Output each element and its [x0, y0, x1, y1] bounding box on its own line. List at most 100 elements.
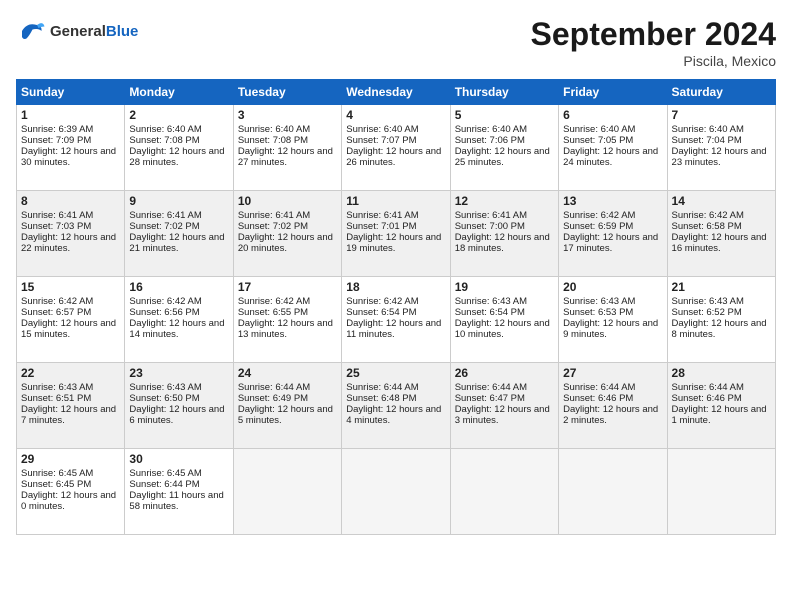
daylight-text: Daylight: 12 hours and 6 minutes. — [129, 404, 224, 426]
daylight-text: Daylight: 12 hours and 21 minutes. — [129, 232, 224, 254]
sunset-text: Sunset: 6:54 PM — [455, 307, 525, 318]
table-row: 1 Sunrise: 6:39 AM Sunset: 7:09 PM Dayli… — [17, 105, 125, 191]
daylight-text: Daylight: 12 hours and 9 minutes. — [563, 318, 658, 340]
table-row — [559, 449, 667, 535]
day-number: 12 — [455, 194, 554, 208]
daylight-text: Daylight: 11 hours and 58 minutes. — [129, 490, 223, 512]
sunset-text: Sunset: 7:02 PM — [129, 221, 199, 232]
calendar-week-row: 29 Sunrise: 6:45 AM Sunset: 6:45 PM Dayl… — [17, 449, 776, 535]
daylight-text: Daylight: 12 hours and 28 minutes. — [129, 146, 224, 168]
daylight-text: Daylight: 12 hours and 8 minutes. — [672, 318, 767, 340]
daylight-text: Daylight: 12 hours and 23 minutes. — [672, 146, 767, 168]
sunrise-text: Sunrise: 6:42 AM — [563, 210, 635, 221]
sunset-text: Sunset: 6:56 PM — [129, 307, 199, 318]
sunset-text: Sunset: 6:59 PM — [563, 221, 633, 232]
table-row: 27 Sunrise: 6:44 AM Sunset: 6:46 PM Dayl… — [559, 363, 667, 449]
col-saturday: Saturday — [667, 80, 775, 105]
sunset-text: Sunset: 7:02 PM — [238, 221, 308, 232]
page: GeneralBlue September 2024 Piscila, Mexi… — [0, 0, 792, 612]
sunrise-text: Sunrise: 6:40 AM — [455, 124, 527, 135]
table-row: 23 Sunrise: 6:43 AM Sunset: 6:50 PM Dayl… — [125, 363, 233, 449]
table-row — [342, 449, 450, 535]
day-number: 7 — [672, 108, 771, 122]
table-row: 13 Sunrise: 6:42 AM Sunset: 6:59 PM Dayl… — [559, 191, 667, 277]
sunrise-text: Sunrise: 6:42 AM — [21, 296, 93, 307]
sunset-text: Sunset: 7:03 PM — [21, 221, 91, 232]
daylight-text: Daylight: 12 hours and 13 minutes. — [238, 318, 333, 340]
sunrise-text: Sunrise: 6:43 AM — [21, 382, 93, 393]
daylight-text: Daylight: 12 hours and 24 minutes. — [563, 146, 658, 168]
sunrise-text: Sunrise: 6:41 AM — [238, 210, 310, 221]
table-row: 25 Sunrise: 6:44 AM Sunset: 6:48 PM Dayl… — [342, 363, 450, 449]
daylight-text: Daylight: 12 hours and 0 minutes. — [21, 490, 116, 512]
daylight-text: Daylight: 12 hours and 26 minutes. — [346, 146, 441, 168]
daylight-text: Daylight: 12 hours and 14 minutes. — [129, 318, 224, 340]
day-number: 8 — [21, 194, 120, 208]
sunset-text: Sunset: 7:08 PM — [129, 135, 199, 146]
daylight-text: Daylight: 12 hours and 3 minutes. — [455, 404, 550, 426]
day-number: 4 — [346, 108, 445, 122]
day-number: 25 — [346, 366, 445, 380]
sunset-text: Sunset: 6:57 PM — [21, 307, 91, 318]
daylight-text: Daylight: 12 hours and 30 minutes. — [21, 146, 116, 168]
col-thursday: Thursday — [450, 80, 558, 105]
sunset-text: Sunset: 7:06 PM — [455, 135, 525, 146]
day-number: 10 — [238, 194, 337, 208]
sunset-text: Sunset: 7:07 PM — [346, 135, 416, 146]
calendar-week-row: 15 Sunrise: 6:42 AM Sunset: 6:57 PM Dayl… — [17, 277, 776, 363]
daylight-text: Daylight: 12 hours and 16 minutes. — [672, 232, 767, 254]
sunset-text: Sunset: 7:04 PM — [672, 135, 742, 146]
sunrise-text: Sunrise: 6:40 AM — [346, 124, 418, 135]
day-number: 1 — [21, 108, 120, 122]
day-number: 20 — [563, 280, 662, 294]
sunset-text: Sunset: 7:09 PM — [21, 135, 91, 146]
day-number: 18 — [346, 280, 445, 294]
table-row: 30 Sunrise: 6:45 AM Sunset: 6:44 PM Dayl… — [125, 449, 233, 535]
daylight-text: Daylight: 12 hours and 22 minutes. — [21, 232, 116, 254]
sunrise-text: Sunrise: 6:40 AM — [238, 124, 310, 135]
table-row: 11 Sunrise: 6:41 AM Sunset: 7:01 PM Dayl… — [342, 191, 450, 277]
title-section: September 2024 Piscila, Mexico — [531, 16, 776, 69]
sunrise-text: Sunrise: 6:45 AM — [129, 468, 201, 479]
sunset-text: Sunset: 6:53 PM — [563, 307, 633, 318]
table-row: 21 Sunrise: 6:43 AM Sunset: 6:52 PM Dayl… — [667, 277, 775, 363]
table-row: 28 Sunrise: 6:44 AM Sunset: 6:46 PM Dayl… — [667, 363, 775, 449]
header: GeneralBlue September 2024 Piscila, Mexi… — [16, 16, 776, 69]
sunrise-text: Sunrise: 6:43 AM — [563, 296, 635, 307]
table-row: 5 Sunrise: 6:40 AM Sunset: 7:06 PM Dayli… — [450, 105, 558, 191]
calendar-week-row: 1 Sunrise: 6:39 AM Sunset: 7:09 PM Dayli… — [17, 105, 776, 191]
table-row: 22 Sunrise: 6:43 AM Sunset: 6:51 PM Dayl… — [17, 363, 125, 449]
table-row: 4 Sunrise: 6:40 AM Sunset: 7:07 PM Dayli… — [342, 105, 450, 191]
table-row — [233, 449, 341, 535]
day-number: 15 — [21, 280, 120, 294]
sunset-text: Sunset: 6:58 PM — [672, 221, 742, 232]
sunset-text: Sunset: 7:08 PM — [238, 135, 308, 146]
day-number: 9 — [129, 194, 228, 208]
month-title: September 2024 — [531, 16, 776, 53]
sunset-text: Sunset: 6:48 PM — [346, 393, 416, 404]
table-row: 18 Sunrise: 6:42 AM Sunset: 6:54 PM Dayl… — [342, 277, 450, 363]
table-row: 29 Sunrise: 6:45 AM Sunset: 6:45 PM Dayl… — [17, 449, 125, 535]
table-row: 6 Sunrise: 6:40 AM Sunset: 7:05 PM Dayli… — [559, 105, 667, 191]
col-friday: Friday — [559, 80, 667, 105]
col-wednesday: Wednesday — [342, 80, 450, 105]
sunset-text: Sunset: 7:00 PM — [455, 221, 525, 232]
sunset-text: Sunset: 6:50 PM — [129, 393, 199, 404]
table-row: 7 Sunrise: 6:40 AM Sunset: 7:04 PM Dayli… — [667, 105, 775, 191]
sunrise-text: Sunrise: 6:42 AM — [346, 296, 418, 307]
sunset-text: Sunset: 6:51 PM — [21, 393, 91, 404]
daylight-text: Daylight: 12 hours and 18 minutes. — [455, 232, 550, 254]
col-monday: Monday — [125, 80, 233, 105]
day-number: 26 — [455, 366, 554, 380]
daylight-text: Daylight: 12 hours and 27 minutes. — [238, 146, 333, 168]
location: Piscila, Mexico — [531, 53, 776, 69]
day-number: 2 — [129, 108, 228, 122]
daylight-text: Daylight: 12 hours and 19 minutes. — [346, 232, 441, 254]
day-number: 22 — [21, 366, 120, 380]
sunrise-text: Sunrise: 6:45 AM — [21, 468, 93, 479]
sunset-text: Sunset: 6:49 PM — [238, 393, 308, 404]
daylight-text: Daylight: 12 hours and 17 minutes. — [563, 232, 658, 254]
day-number: 11 — [346, 194, 445, 208]
table-row — [450, 449, 558, 535]
day-number: 24 — [238, 366, 337, 380]
